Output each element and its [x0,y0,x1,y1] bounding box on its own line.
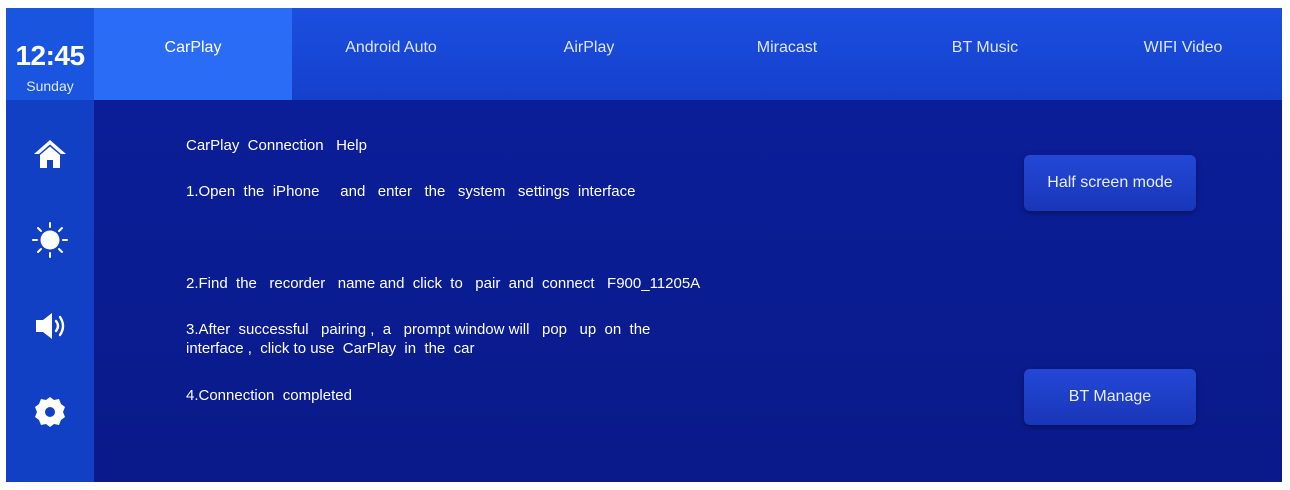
brightness-icon [32,222,68,258]
clock-day: Sunday [26,78,74,94]
tab-android-auto[interactable]: Android Auto [292,8,490,100]
settings-icon [35,397,65,427]
help-step-2: 2.Find the recorder name and click to pa… [186,275,701,292]
settings-button[interactable] [28,390,72,434]
help-title: CarPlay Connection Help [186,137,367,154]
clock-time: 12:45 [15,40,85,71]
volume-icon [36,313,65,339]
volume-button[interactable] [28,304,72,348]
help-content: CarPlay Connection Help 1.Open the iPhon… [94,100,1282,482]
left-sidebar: 12:45 Sunday [6,8,94,482]
tab-carplay[interactable]: CarPlay [94,8,292,100]
brightness-button[interactable] [28,218,72,262]
help-step-4: 4.Connection completed [186,387,352,404]
carplay-help-screen: 12:45 Sunday CarPlay Android Auto AirPla… [6,8,1282,482]
tab-miracast[interactable]: Miracast [688,8,886,100]
bt-manage-button[interactable]: BT Manage [1024,369,1196,425]
help-step-1: 1.Open the iPhone and enter the system s… [186,183,636,200]
home-button[interactable] [28,132,72,176]
help-step-3-line-2: interface , click to use CarPlay in the … [186,340,475,357]
tab-bt-music[interactable]: BT Music [886,8,1084,100]
help-step-3-line-1: 3.After successful pairing , a prompt wi… [186,321,651,338]
home-icon [34,140,66,168]
top-tab-bar: CarPlay Android Auto AirPlay Miracast BT… [94,8,1282,100]
half-screen-mode-button[interactable]: Half screen mode [1024,155,1196,211]
clock-widget: 12:45 Sunday [6,8,94,100]
tab-wifi-video[interactable]: WIFI Video [1084,8,1282,100]
tab-airplay[interactable]: AirPlay [490,8,688,100]
